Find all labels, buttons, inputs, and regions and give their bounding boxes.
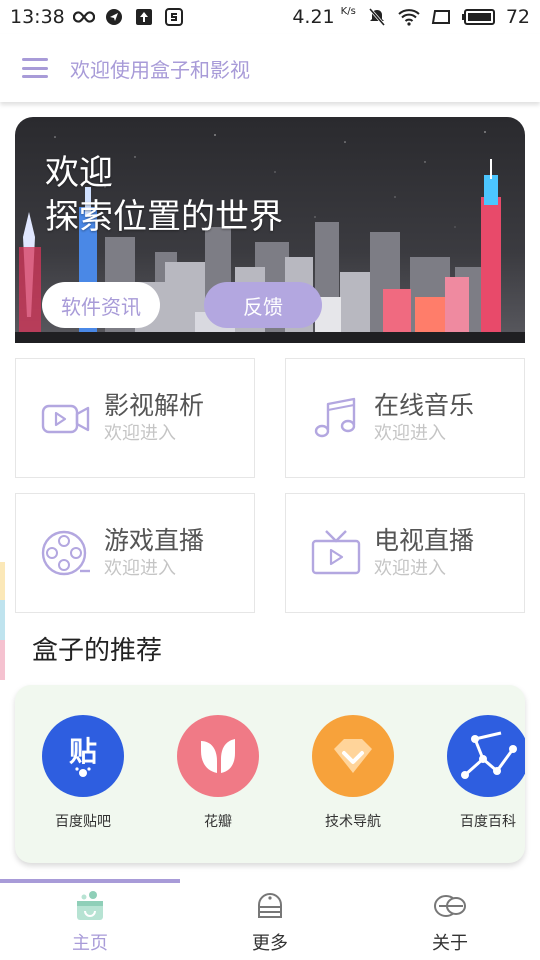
side-strip-blue [0, 600, 5, 640]
status-time: 13:38 [10, 6, 65, 28]
banner-title-line1: 欢迎 [45, 153, 113, 193]
bottom-navigation: 主页 更多 关于 [0, 883, 540, 960]
recommend-label: 技术导航 [325, 814, 381, 830]
card-subtitle: 欢迎进入 [104, 558, 176, 579]
home-box-icon [77, 890, 103, 920]
nav-label-about: 关于 [432, 932, 468, 954]
welcome-banner: 欢迎 探索位置的世界 软件资讯 反馈 [15, 117, 525, 343]
nav-tab-about[interactable]: 关于 [360, 883, 540, 960]
battery-level: 72 [505, 6, 530, 28]
music-note-icon [314, 397, 356, 438]
video-camera-icon [41, 404, 90, 434]
software-news-button[interactable]: 软件资讯 [42, 282, 160, 328]
recommend-item-tech-nav[interactable]: 技术导航 [298, 715, 408, 831]
huaban-icon [177, 715, 259, 797]
nav-label-more: 更多 [252, 932, 288, 954]
recommend-label: 百度贴吧 [55, 814, 111, 830]
recommend-carousel[interactable]: 贴 百度贴吧 花瓣 技术导航 百度百科 [15, 685, 525, 863]
tv-icon [311, 530, 361, 575]
card-online-music[interactable]: 在线音乐 欢迎进入 [285, 358, 525, 478]
app-title: 欢迎使用盒子和影视 [70, 57, 250, 82]
nav-tab-home[interactable]: 主页 [0, 883, 180, 960]
baike-icon [447, 715, 525, 797]
card-video-parse[interactable]: 影视解析 欢迎进入 [15, 358, 255, 478]
wifi-icon [398, 7, 420, 27]
tieba-icon: 贴 [42, 715, 124, 797]
recommend-label: 花瓣 [204, 814, 232, 830]
card-title: 影视解析 [104, 391, 205, 420]
recommend-item-baike[interactable]: 百度百科 [433, 715, 525, 831]
card-subtitle: 欢迎进入 [374, 423, 446, 444]
side-strip-pink [0, 640, 5, 680]
battery-icon [461, 7, 496, 27]
card-title: 游戏直播 [104, 526, 205, 555]
card-subtitle: 欢迎进入 [104, 423, 176, 444]
location-arrow-icon [103, 7, 125, 27]
menu-icon[interactable] [22, 58, 48, 78]
banner-title-line2: 探索位置的世界 [45, 197, 283, 237]
side-strip-yellow [0, 562, 5, 600]
app-s-icon [163, 7, 185, 27]
about-icon [434, 894, 466, 917]
recommend-item-huaban[interactable]: 花瓣 [163, 715, 273, 831]
mute-icon [366, 7, 388, 27]
screen-rotate-icon [430, 7, 452, 27]
diamond-icon [312, 715, 394, 797]
recommend-section-title: 盒子的推荐 [32, 636, 163, 666]
card-game-live[interactable]: 游戏直播 欢迎进入 [15, 493, 255, 613]
card-title: 电视直播 [374, 526, 475, 555]
top-app-bar: 欢迎使用盒子和影视 [0, 34, 540, 102]
status-bar: 13:38 4.21 K/s 72 [0, 0, 540, 34]
tieba-glyph: 贴 [69, 735, 97, 768]
upload-icon [133, 7, 155, 27]
recommend-label: 百度百科 [460, 814, 516, 830]
nav-label-home: 主页 [72, 932, 108, 954]
more-icon [258, 892, 282, 918]
feedback-button[interactable]: 反馈 [204, 282, 322, 328]
card-tv-live[interactable]: 电视直播 欢迎进入 [285, 493, 525, 613]
recommend-item-tieba[interactable]: 贴 百度贴吧 [28, 715, 138, 831]
network-speed: 4.21 K/s [292, 6, 356, 28]
infinity-icon [72, 7, 95, 27]
nav-tab-more[interactable]: 更多 [180, 883, 360, 960]
card-title: 在线音乐 [374, 391, 475, 420]
film-reel-icon [41, 530, 90, 576]
card-subtitle: 欢迎进入 [374, 558, 446, 579]
banner-title: 欢迎 探索位置的世界 [45, 151, 283, 239]
